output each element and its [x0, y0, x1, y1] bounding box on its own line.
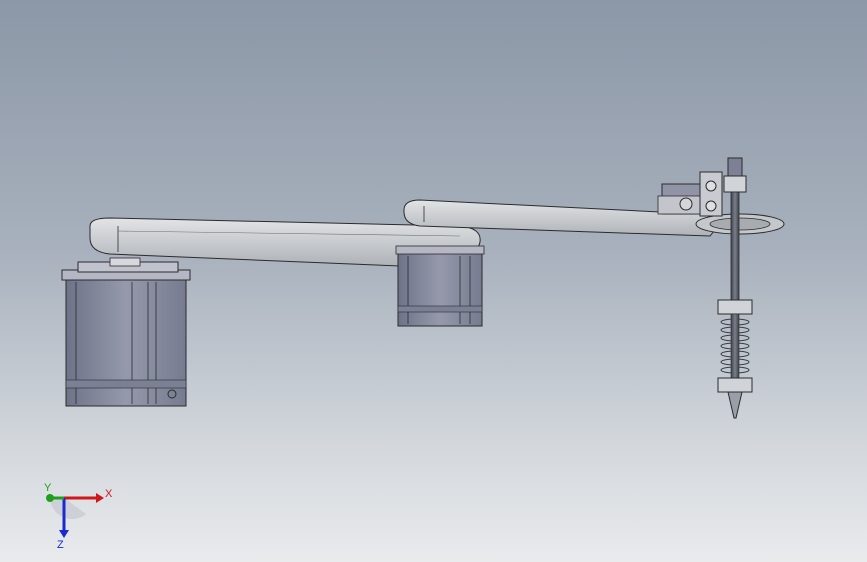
base-stepper-motor[interactable] — [61, 257, 191, 407]
elbow-stepper-motor[interactable] — [395, 245, 485, 327]
spring-nozzle[interactable] — [717, 313, 753, 419]
end-effector-bracket[interactable] — [657, 171, 723, 217]
lead-screw[interactable] — [717, 157, 753, 315]
y-axis-head — [46, 494, 54, 502]
orientation-triad: X Y Z — [44, 482, 113, 550]
scara-robot-model[interactable] — [0, 0, 867, 562]
3d-viewport[interactable]: X Y Z — [0, 0, 867, 562]
z-axis-arrowhead — [59, 530, 69, 538]
z-axis-label: Z — [57, 539, 64, 550]
x-axis-label: X — [105, 488, 113, 500]
triad-plane — [50, 498, 86, 520]
y-axis-label: Y — [44, 482, 52, 494]
x-axis-arrowhead — [96, 493, 104, 503]
